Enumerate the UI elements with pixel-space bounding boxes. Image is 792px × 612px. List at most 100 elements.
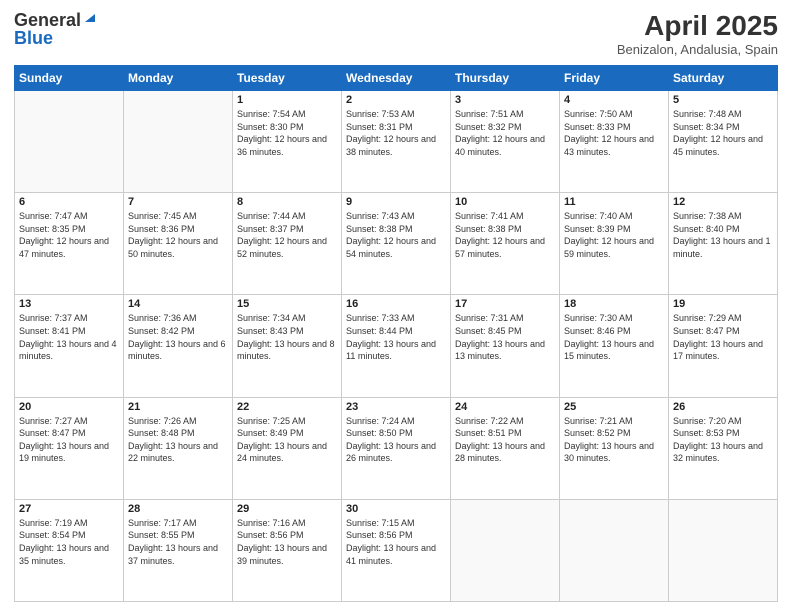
calendar-table: Sunday Monday Tuesday Wednesday Thursday… xyxy=(14,65,778,602)
cell-info: Sunrise: 7:50 AMSunset: 8:33 PMDaylight:… xyxy=(564,108,664,158)
table-row: 10 Sunrise: 7:41 AMSunset: 8:38 PMDayligh… xyxy=(451,193,560,295)
table-row: 28Sunrise: 7:17 AMSunset: 8:55 PMDayligh… xyxy=(124,499,233,601)
page-container: General Blue April 2025 Benizalon, Andal… xyxy=(0,0,792,612)
cell-info: Sunrise: 7:31 AMSunset: 8:45 PMDaylight:… xyxy=(455,312,555,362)
table-row: 5 Sunrise: 7:48 AMSunset: 8:34 PMDaylight… xyxy=(669,91,778,193)
table-row: 25 Sunrise: 7:21 AMSunset: 8:52 PMDayligh… xyxy=(560,397,669,499)
cell-info: Sunrise: 7:38 AMSunset: 8:40 PMDaylight:… xyxy=(673,210,773,260)
cell-info: Sunrise: 7:26 AMSunset: 8:48 PMDaylight:… xyxy=(128,415,228,465)
cell-info: Sunrise: 7:15 AMSunset: 8:56 PMDaylight:… xyxy=(346,517,446,567)
table-row: 7 Sunrise: 7:45 AMSunset: 8:36 PMDaylight… xyxy=(124,193,233,295)
day-number: 5 xyxy=(673,94,773,106)
table-row: 2Sunrise: 7:53 AMSunset: 8:31 PMDaylight… xyxy=(342,91,451,193)
day-number: 14 xyxy=(128,298,228,310)
cell-info: Sunrise: 7:30 AMSunset: 8:46 PMDaylight:… xyxy=(564,312,664,362)
cell-info: Sunrise: 7:19 AMSunset: 8:54 PMDaylight:… xyxy=(19,517,119,567)
day-number: 8 xyxy=(237,196,337,208)
table-row: 29Sunrise: 7:16 AMSunset: 8:56 PMDayligh… xyxy=(233,499,342,601)
cell-info: Sunrise: 7:48 AMSunset: 8:34 PMDaylight:… xyxy=(673,108,773,158)
table-row: 8 Sunrise: 7:44 AMSunset: 8:37 PMDaylight… xyxy=(233,193,342,295)
cell-info: Sunrise: 7:21 AMSunset: 8:52 PMDaylight:… xyxy=(564,415,664,465)
cell-info: Sunrise: 7:24 AMSunset: 8:50 PMDaylight:… xyxy=(346,415,446,465)
table-row: 9Sunrise: 7:43 AMSunset: 8:38 PMDaylight… xyxy=(342,193,451,295)
table-row: 11 Sunrise: 7:40 AMSunset: 8:39 PMDayligh… xyxy=(560,193,669,295)
day-number: 25 xyxy=(564,401,664,413)
day-number: 19 xyxy=(673,298,773,310)
col-thursday: Thursday xyxy=(451,66,560,91)
day-number: 6 xyxy=(19,196,119,208)
day-number: 27 xyxy=(19,503,119,515)
day-number: 26 xyxy=(673,401,773,413)
table-row: 6 Sunrise: 7:47 AMSunset: 8:35 PMDaylight… xyxy=(15,193,124,295)
day-number: 1 xyxy=(237,94,337,106)
table-row: 19Sunrise: 7:29 AMSunset: 8:47 PMDayligh… xyxy=(669,295,778,397)
table-row: 15 Sunrise: 7:34 AMSunset: 8:43 PMDayligh… xyxy=(233,295,342,397)
calendar-week-row: 1 Sunrise: 7:54 AMSunset: 8:30 PMDaylight… xyxy=(15,91,778,193)
cell-info: Sunrise: 7:40 AMSunset: 8:39 PMDaylight:… xyxy=(564,210,664,260)
calendar-header-row: Sunday Monday Tuesday Wednesday Thursday… xyxy=(15,66,778,91)
calendar-week-row: 6 Sunrise: 7:47 AMSunset: 8:35 PMDaylight… xyxy=(15,193,778,295)
table-row xyxy=(451,499,560,601)
day-number: 29 xyxy=(237,503,337,515)
cell-info: Sunrise: 7:33 AMSunset: 8:44 PMDaylight:… xyxy=(346,312,446,362)
day-number: 20 xyxy=(19,401,119,413)
day-number: 2 xyxy=(346,94,446,106)
day-number: 28 xyxy=(128,503,228,515)
col-friday: Friday xyxy=(560,66,669,91)
cell-info: Sunrise: 7:45 AMSunset: 8:36 PMDaylight:… xyxy=(128,210,228,260)
calendar-week-row: 13Sunrise: 7:37 AMSunset: 8:41 PMDayligh… xyxy=(15,295,778,397)
table-row xyxy=(560,499,669,601)
table-row: 20Sunrise: 7:27 AMSunset: 8:47 PMDayligh… xyxy=(15,397,124,499)
calendar-week-row: 27 Sunrise: 7:19 AMSunset: 8:54 PMDayligh… xyxy=(15,499,778,601)
day-number: 4 xyxy=(564,94,664,106)
cell-info: Sunrise: 7:20 AMSunset: 8:53 PMDaylight:… xyxy=(673,415,773,465)
table-row: 4 Sunrise: 7:50 AMSunset: 8:33 PMDaylight… xyxy=(560,91,669,193)
cell-info: Sunrise: 7:44 AMSunset: 8:37 PMDaylight:… xyxy=(237,210,337,260)
table-row: 3 Sunrise: 7:51 AMSunset: 8:32 PMDaylight… xyxy=(451,91,560,193)
day-number: 16 xyxy=(346,298,446,310)
logo: General Blue xyxy=(14,10,97,47)
table-row: 18 Sunrise: 7:30 AMSunset: 8:46 PMDayligh… xyxy=(560,295,669,397)
table-row xyxy=(15,91,124,193)
month-title: April 2025 xyxy=(617,10,778,42)
table-row: 26 Sunrise: 7:20 AMSunset: 8:53 PMDayligh… xyxy=(669,397,778,499)
header: General Blue April 2025 Benizalon, Andal… xyxy=(14,10,778,57)
table-row: 30 Sunrise: 7:15 AMSunset: 8:56 PMDayligh… xyxy=(342,499,451,601)
cell-info: Sunrise: 7:47 AMSunset: 8:35 PMDaylight:… xyxy=(19,210,119,260)
day-number: 12 xyxy=(673,196,773,208)
cell-info: Sunrise: 7:41 AMSunset: 8:38 PMDaylight:… xyxy=(455,210,555,260)
table-row: 13Sunrise: 7:37 AMSunset: 8:41 PMDayligh… xyxy=(15,295,124,397)
day-number: 11 xyxy=(564,196,664,208)
cell-info: Sunrise: 7:22 AMSunset: 8:51 PMDaylight:… xyxy=(455,415,555,465)
table-row: 21Sunrise: 7:26 AMSunset: 8:48 PMDayligh… xyxy=(124,397,233,499)
cell-info: Sunrise: 7:54 AMSunset: 8:30 PMDaylight:… xyxy=(237,108,337,158)
table-row: 24Sunrise: 7:22 AMSunset: 8:51 PMDayligh… xyxy=(451,397,560,499)
day-number: 18 xyxy=(564,298,664,310)
col-saturday: Saturday xyxy=(669,66,778,91)
day-number: 15 xyxy=(237,298,337,310)
table-row xyxy=(669,499,778,601)
table-row: 22Sunrise: 7:25 AMSunset: 8:49 PMDayligh… xyxy=(233,397,342,499)
table-row: 27 Sunrise: 7:19 AMSunset: 8:54 PMDayligh… xyxy=(15,499,124,601)
day-number: 10 xyxy=(455,196,555,208)
title-block: April 2025 Benizalon, Andalusia, Spain xyxy=(617,10,778,57)
cell-info: Sunrise: 7:37 AMSunset: 8:41 PMDaylight:… xyxy=(19,312,119,362)
location: Benizalon, Andalusia, Spain xyxy=(617,42,778,57)
day-number: 7 xyxy=(128,196,228,208)
table-row: 1 Sunrise: 7:54 AMSunset: 8:30 PMDaylight… xyxy=(233,91,342,193)
logo-general-text: General xyxy=(14,11,81,29)
cell-info: Sunrise: 7:51 AMSunset: 8:32 PMDaylight:… xyxy=(455,108,555,158)
col-wednesday: Wednesday xyxy=(342,66,451,91)
col-tuesday: Tuesday xyxy=(233,66,342,91)
cell-info: Sunrise: 7:34 AMSunset: 8:43 PMDaylight:… xyxy=(237,312,337,362)
table-row xyxy=(124,91,233,193)
day-number: 30 xyxy=(346,503,446,515)
day-number: 17 xyxy=(455,298,555,310)
cell-info: Sunrise: 7:36 AMSunset: 8:42 PMDaylight:… xyxy=(128,312,228,362)
table-row: 16 Sunrise: 7:33 AMSunset: 8:44 PMDayligh… xyxy=(342,295,451,397)
day-number: 3 xyxy=(455,94,555,106)
table-row: 14 Sunrise: 7:36 AMSunset: 8:42 PMDayligh… xyxy=(124,295,233,397)
table-row: 12 Sunrise: 7:38 AMSunset: 8:40 PMDayligh… xyxy=(669,193,778,295)
col-monday: Monday xyxy=(124,66,233,91)
table-row: 17 Sunrise: 7:31 AMSunset: 8:45 PMDayligh… xyxy=(451,295,560,397)
